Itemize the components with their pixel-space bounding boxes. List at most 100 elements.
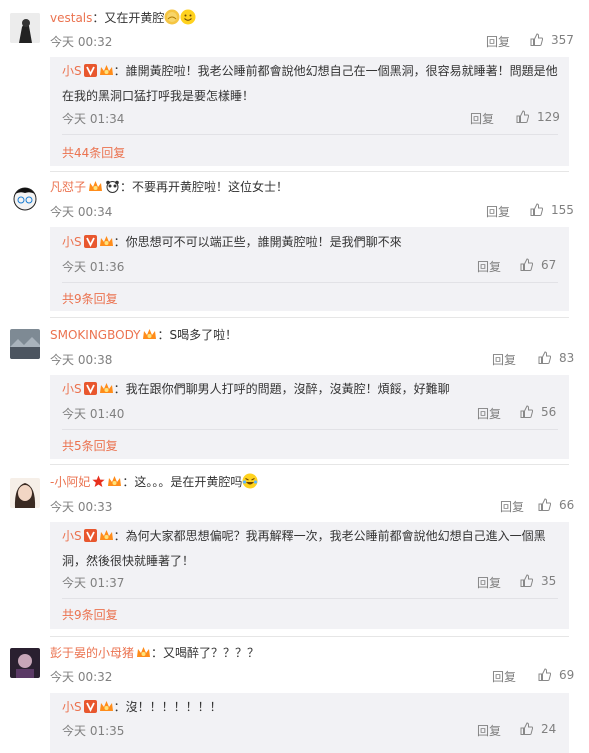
like-count: 67 [541,258,557,272]
reply-button[interactable]: 回复 [486,33,510,50]
sub-like-button[interactable]: 67 [520,258,556,272]
like-button[interactable]: 83 [538,351,574,365]
sub-reply-box: 小S ：沒！！！！！！！ 今天 01:35 回复 24 [50,693,569,753]
reply-button[interactable]: 回复 [486,203,510,220]
like-count: 56 [541,405,557,419]
sub-like-button[interactable]: 35 [520,574,556,588]
star-icon [92,475,105,492]
comment-username[interactable]: vestals [50,11,92,25]
more-replies-link[interactable]: 共9条回复 [62,606,118,623]
avatar[interactable] [10,182,40,212]
verified-v-icon [83,62,97,85]
sub-reply-line: 小S ：沒！！！！！！！ [62,696,562,721]
sub-reply-line: 小S ：我在跟你們聊男人打呼的問題，沒醉，沒黃腔！煩餒，好難聊 [62,378,562,403]
avatar-image [10,478,40,508]
comment-time: 今天 00:33 [50,500,113,514]
verified-v-icon [83,527,97,550]
sub-reply-username[interactable]: 小S [62,64,82,78]
vip-crown-icon [99,233,114,256]
thumb-up-icon [538,498,552,511]
comment-line: -小阿妃 ：这。。。是在开黄腔吗 [50,473,258,492]
comment-line: SMOKINGBODY ：S喝多了啦！ [50,327,237,345]
comment-username[interactable]: 彭于晏的小母猪 [50,646,134,660]
comment-text: ：这。。。是在开黄腔吗 [122,475,243,489]
vip-crown-icon [107,475,122,492]
more-replies-link[interactable]: 共5条回复 [62,437,118,454]
laugh-cry-emoji-icon [242,473,258,490]
avatar[interactable] [10,13,40,43]
thumb-up-icon [538,351,552,364]
avatar-image [10,13,40,43]
sub-reply-time: 今天 01:35 [62,724,125,738]
reply-button[interactable]: 回复 [492,668,516,685]
sub-reply-time: 今天 01:36 [62,260,125,274]
like-button[interactable]: 69 [538,668,574,682]
like-count: 24 [541,722,557,736]
sub-like-button[interactable]: 24 [520,722,556,736]
sub-reply-button[interactable]: 回复 [477,258,501,275]
avatar[interactable] [10,329,40,359]
like-count: 155 [551,203,574,217]
like-count: 66 [559,498,575,512]
more-replies-link[interactable]: 共44条回复 [62,144,125,161]
thumb-up-icon [530,203,544,216]
reply-button[interactable]: 回复 [500,498,524,515]
like-count: 129 [537,110,560,124]
comment-text: ：S喝多了啦！ [157,328,238,342]
like-button[interactable]: 357 [530,33,574,47]
comment-text: ：又在开黄腔 [92,11,165,25]
sub-reply-time: 今天 01:37 [62,576,125,590]
sub-reply-box: 小S ：我在跟你們聊男人打呼的問題，沒醉，沒黃腔！煩餒，好難聊 今天 01:40 … [50,375,569,459]
comment-item: -小阿妃 ：这。。。是在开黄腔吗 今天 00:33 回复 66 小S ：為何大家都思… [0,465,589,635]
comment-username[interactable]: SMOKINGBODY [50,328,140,342]
like-count: 35 [541,574,557,588]
vip-crown-icon [99,380,114,403]
comment-time: 今天 00:38 [50,353,113,367]
more-replies-link[interactable]: 共9条回复 [62,290,118,307]
verified-v-icon [83,380,97,403]
comment-item: vestals：又在开黄腔 今天 00:32 回复 357 小S ：誰開黃腔啦！我… [0,0,589,172]
sub-reply-username[interactable]: 小S [62,382,82,396]
sub-reply-time: 今天 01:34 [62,112,125,126]
sub-reply-button[interactable]: 回复 [477,405,501,422]
sub-reply-button[interactable]: 回复 [477,722,501,739]
sub-reply-text: ：為何大家都思想偏呢？我再解釋一次，我老公睡前都會說他幻想自己進入一個黑洞，然後… [62,529,546,568]
sub-reply-button[interactable]: 回复 [477,574,501,591]
sub-reply-username[interactable]: 小S [62,700,82,714]
sub-reply-text: ：誰開黃腔啦！我老公睡前都會說他幻想自己在一個黑洞，很容易就睡著！問題是他在我的… [62,64,558,103]
like-button[interactable]: 66 [538,498,574,512]
thumb-up-icon [520,574,534,587]
vip-crown-icon [99,698,114,721]
vip-crown-icon [142,328,157,345]
sub-like-button[interactable]: 56 [520,405,556,419]
avatar[interactable] [10,478,40,508]
sub-reply-box: 小S ：你思想可不可以端正些，誰開黃腔啦！是我們聊不來 今天 01:36 回复 6… [50,227,569,311]
comment-time: 今天 00:32 [50,670,113,684]
vip-crown-icon [88,180,103,197]
comment-username[interactable]: 凡怼子 [50,180,86,194]
sub-reply-line: 小S ：誰開黃腔啦！我老公睡前都會說他幻想自己在一個黑洞，很容易就睡著！問題是他在… [62,60,562,108]
comment-username[interactable]: -小阿妃 [50,475,90,489]
sub-reply-time: 今天 01:40 [62,407,125,421]
avatar-image [10,329,40,359]
vip-crown-icon [136,646,151,663]
verified-v-icon [83,233,97,256]
avatar[interactable] [10,648,40,678]
comment-line: vestals：又在开黄腔 [50,9,196,26]
comment-time: 今天 00:32 [50,35,113,49]
divider [62,598,558,599]
tired-emoji-icon [164,9,180,26]
like-count: 69 [559,668,575,682]
avatar-image [10,648,40,678]
sub-like-button[interactable]: 129 [516,110,560,124]
sub-reply-button[interactable]: 回复 [470,110,494,127]
sub-reply-box: 小S ：為何大家都思想偏呢？我再解釋一次，我老公睡前都會說他幻想自己進入一個黑洞，… [50,522,569,629]
comment-line: 凡怼子 ：不要再开黄腔啦！这位女士！ [50,179,288,197]
sub-reply-username[interactable]: 小S [62,529,82,543]
sub-reply-line: 小S ：你思想可不可以端正些，誰開黃腔啦！是我們聊不來 [62,231,562,256]
comment-item: 凡怼子 ：不要再开黄腔啦！这位女士！ 今天 00:34 回复 155 小S ：你思想… [0,172,589,318]
thumb-up-icon [520,722,534,735]
like-button[interactable]: 155 [530,203,574,217]
reply-button[interactable]: 回复 [492,351,516,368]
sub-reply-username[interactable]: 小S [62,235,82,249]
